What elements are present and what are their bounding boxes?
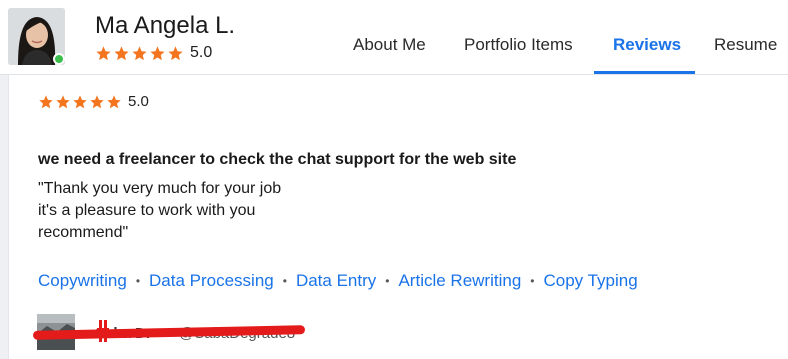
profile-rating: 5.0 bbox=[95, 43, 212, 63]
reviewer-info: Saba D. @SabaDegrade8 bbox=[32, 314, 337, 350]
review-text: "Thank you very much for your job it's a… bbox=[38, 178, 281, 244]
star-icon bbox=[90, 94, 104, 108]
review-rating-value: 5.0 bbox=[128, 93, 149, 110]
skill-link-data-entry[interactable]: Data Entry bbox=[296, 271, 376, 291]
review-text-line: it's a pleasure to work with you bbox=[38, 202, 256, 219]
skill-separator: • bbox=[385, 274, 390, 288]
online-status-indicator bbox=[53, 53, 65, 65]
star-icon bbox=[132, 45, 147, 60]
review-text-line: recommend" bbox=[38, 224, 129, 241]
skill-link-copy-typing[interactable]: Copy Typing bbox=[543, 271, 637, 291]
review-card: 5.0 we need a freelancer to check the ch… bbox=[8, 75, 788, 359]
tab-portfolio-items[interactable]: Portfolio Items bbox=[464, 35, 573, 55]
tab-reviews[interactable]: Reviews bbox=[613, 35, 681, 55]
active-tab-indicator bbox=[594, 71, 695, 74]
skill-link-copywriting[interactable]: Copywriting bbox=[38, 271, 127, 291]
star-icon bbox=[168, 45, 183, 60]
review-text-line: "Thank you very much for your job bbox=[38, 180, 282, 197]
star-icon bbox=[150, 45, 165, 60]
review-title: we need a freelancer to check the chat s… bbox=[38, 151, 517, 168]
profile-header: Ma Angela L. 5.0 About Me Portfolio Item… bbox=[0, 0, 788, 75]
profile-name: Ma Angela L. bbox=[95, 12, 236, 39]
star-icon bbox=[107, 94, 121, 108]
star-icon bbox=[96, 45, 111, 60]
review-rating: 5.0 bbox=[38, 93, 149, 110]
skill-separator: • bbox=[282, 274, 287, 288]
profile-stars bbox=[95, 45, 184, 62]
skill-link-article-rewriting[interactable]: Article Rewriting bbox=[398, 271, 521, 291]
review-stars bbox=[38, 94, 122, 110]
skill-separator: • bbox=[135, 274, 141, 288]
profile-rating-value: 5.0 bbox=[190, 44, 213, 61]
skill-link-data-processing[interactable]: Data Processing bbox=[149, 271, 274, 291]
star-icon bbox=[114, 45, 129, 60]
tab-about-me[interactable]: About Me bbox=[353, 35, 426, 55]
star-icon bbox=[73, 94, 87, 108]
star-icon bbox=[56, 94, 70, 108]
tab-resume[interactable]: Resume bbox=[714, 35, 777, 55]
skill-separator: • bbox=[530, 274, 535, 288]
star-icon bbox=[39, 94, 53, 108]
review-skills: Copywriting • Data Processing • Data Ent… bbox=[38, 271, 638, 291]
